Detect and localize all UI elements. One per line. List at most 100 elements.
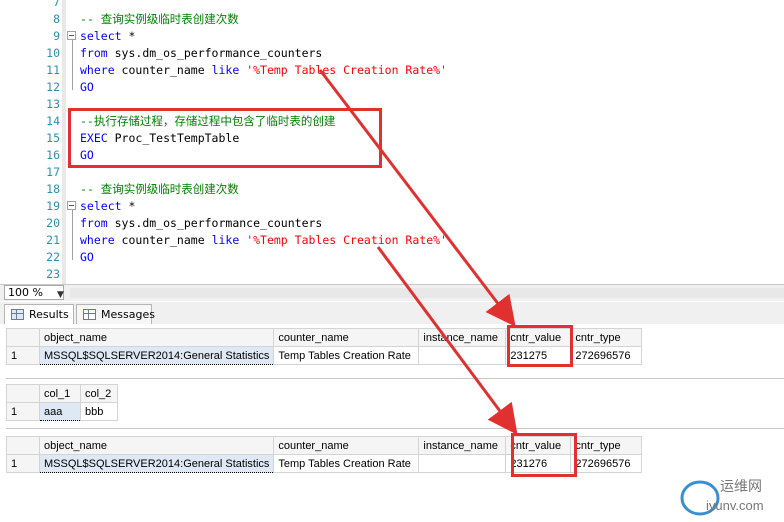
column-header[interactable]: instance_name — [418, 436, 507, 455]
code-line[interactable]: 19 select * — [0, 198, 784, 215]
code-token: like — [211, 63, 240, 77]
grid-header-row: col_1 col_2 — [6, 384, 118, 403]
table-cell[interactable]: Temp Tables Creation Rate — [273, 454, 420, 473]
column-header[interactable]: counter_name — [273, 328, 420, 347]
annotation-box-value-2 — [511, 433, 577, 477]
line-number: 11 — [46, 63, 60, 77]
grid-corner[interactable] — [6, 328, 40, 347]
code-text: select * — [80, 28, 135, 45]
table-cell[interactable]: 272696576 — [570, 346, 643, 365]
grid-divider — [6, 428, 784, 429]
code-text: from sys.dm_os_performance_counters — [80, 45, 322, 62]
grid-corner[interactable] — [6, 436, 40, 455]
code-text: where counter_name like '%Temp Tables Cr… — [80, 62, 447, 79]
line-number: 12 — [46, 80, 60, 94]
line-number: 16 — [46, 148, 60, 162]
code-text: from sys.dm_os_performance_counters — [80, 215, 322, 232]
zoom-value: 100 % — [8, 286, 43, 299]
code-line[interactable]: 11 where counter_name like '%Temp Tables … — [0, 62, 784, 79]
code-line[interactable]: 12 GO — [0, 79, 784, 96]
table-row: 1 aaa bbb — [6, 402, 118, 421]
result-grid-2: col_1 col_2 1 aaa bbb — [6, 384, 118, 421]
code-text: GO — [80, 249, 94, 266]
code-text: where counter_name like '%Temp Tables Cr… — [80, 232, 447, 249]
line-number: 15 — [46, 131, 60, 145]
row-number[interactable]: 1 — [6, 454, 40, 473]
code-text: -- 查询实例级临时表创建次数 — [80, 11, 239, 28]
code-token: -- 查询实例级临时表创建次数 — [80, 182, 239, 196]
code-text: select * — [80, 198, 135, 215]
column-header[interactable]: counter_name — [273, 436, 420, 455]
code-token: where — [80, 233, 115, 247]
fold-toggle-2[interactable] — [67, 201, 76, 210]
code-token: GO — [80, 80, 94, 94]
watermark-logo: 运维网 iyunv.com — [678, 474, 778, 518]
watermark-text-2: iyunv.com — [706, 498, 764, 513]
column-header[interactable]: cntr_type — [570, 328, 643, 347]
column-header[interactable]: object_name — [38, 436, 275, 455]
table-cell[interactable]: bbb — [80, 402, 118, 421]
line-number: 22 — [46, 250, 60, 264]
horizontal-scrollbar[interactable] — [70, 288, 784, 298]
code-line[interactable]: 22 GO — [0, 249, 784, 266]
code-line[interactable]: 8 -- 查询实例级临时表创建次数 — [0, 11, 784, 28]
result-tabs: Results Messages — [0, 302, 784, 325]
zoom-bar: 100 % ▼ — [0, 284, 784, 301]
code-token: where — [80, 63, 115, 77]
row-number[interactable]: 1 — [6, 402, 40, 421]
grid-divider — [6, 378, 784, 379]
column-header[interactable]: col_1 — [39, 384, 81, 403]
code-token: sys.dm_os_performance_counters — [107, 216, 323, 230]
line-number: 18 — [46, 182, 60, 196]
chevron-down-icon: ▼ — [57, 290, 64, 300]
code-token: GO — [80, 250, 94, 264]
table-cell[interactable]: aaa — [39, 402, 81, 421]
table-cell[interactable]: 272696576 — [570, 454, 643, 473]
line-number: 17 — [46, 165, 60, 179]
fold-line-1 — [72, 40, 73, 90]
annotation-box-value-1 — [507, 325, 573, 367]
fold-line-2 — [72, 210, 73, 260]
code-token: '%Temp Tables Creation Rate%' — [239, 233, 447, 247]
column-header[interactable]: col_2 — [80, 384, 118, 403]
line-number: 21 — [46, 233, 60, 247]
code-line[interactable]: 18 -- 查询实例级临时表创建次数 — [0, 181, 784, 198]
table-cell[interactable] — [418, 454, 507, 473]
code-token: counter_name — [114, 63, 212, 77]
column-header[interactable]: cntr_type — [570, 436, 643, 455]
zoom-select[interactable]: 100 % ▼ — [4, 285, 64, 300]
code-line[interactable]: 21 where counter_name like '%Temp Tables … — [0, 232, 784, 249]
watermark-text-1: 运维网 — [720, 479, 762, 495]
line-number: 9 — [53, 29, 60, 43]
code-token: select — [80, 29, 122, 43]
line-number: 13 — [46, 97, 60, 111]
code-line[interactable]: 20 from sys.dm_os_performance_counters — [0, 215, 784, 232]
tab-messages[interactable]: Messages — [76, 304, 155, 324]
code-token: * — [121, 199, 136, 213]
code-token: counter_name — [114, 233, 212, 247]
column-header[interactable]: object_name — [38, 328, 275, 347]
row-number[interactable]: 1 — [6, 346, 40, 365]
grid-corner[interactable] — [6, 384, 40, 403]
code-line[interactable]: 9 select * — [0, 28, 784, 45]
code-token: from — [80, 46, 108, 60]
fold-toggle-1[interactable] — [67, 31, 76, 40]
messages-icon — [83, 309, 96, 320]
line-number: 7 — [53, 0, 60, 9]
code-line[interactable]: 23 — [0, 266, 784, 283]
line-number: 23 — [46, 267, 60, 281]
code-token: from — [80, 216, 108, 230]
code-line[interactable]: 10 from sys.dm_os_performance_counters — [0, 45, 784, 62]
tab-messages-label: Messages — [101, 308, 155, 321]
code-token: * — [121, 29, 136, 43]
column-header[interactable]: instance_name — [418, 328, 507, 347]
table-cell[interactable]: MSSQL$SQLSERVER2014:General Statistics — [38, 454, 275, 473]
code-line[interactable]: 7 — [0, 0, 784, 11]
tab-results[interactable]: Results — [4, 304, 74, 324]
table-cell[interactable] — [418, 346, 507, 365]
tab-results-label: Results — [29, 308, 69, 321]
table-cell[interactable]: Temp Tables Creation Rate — [273, 346, 420, 365]
line-number: 8 — [53, 12, 60, 26]
annotation-box-exec — [68, 108, 382, 168]
table-cell[interactable]: MSSQL$SQLSERVER2014:General Statistics — [38, 346, 275, 365]
